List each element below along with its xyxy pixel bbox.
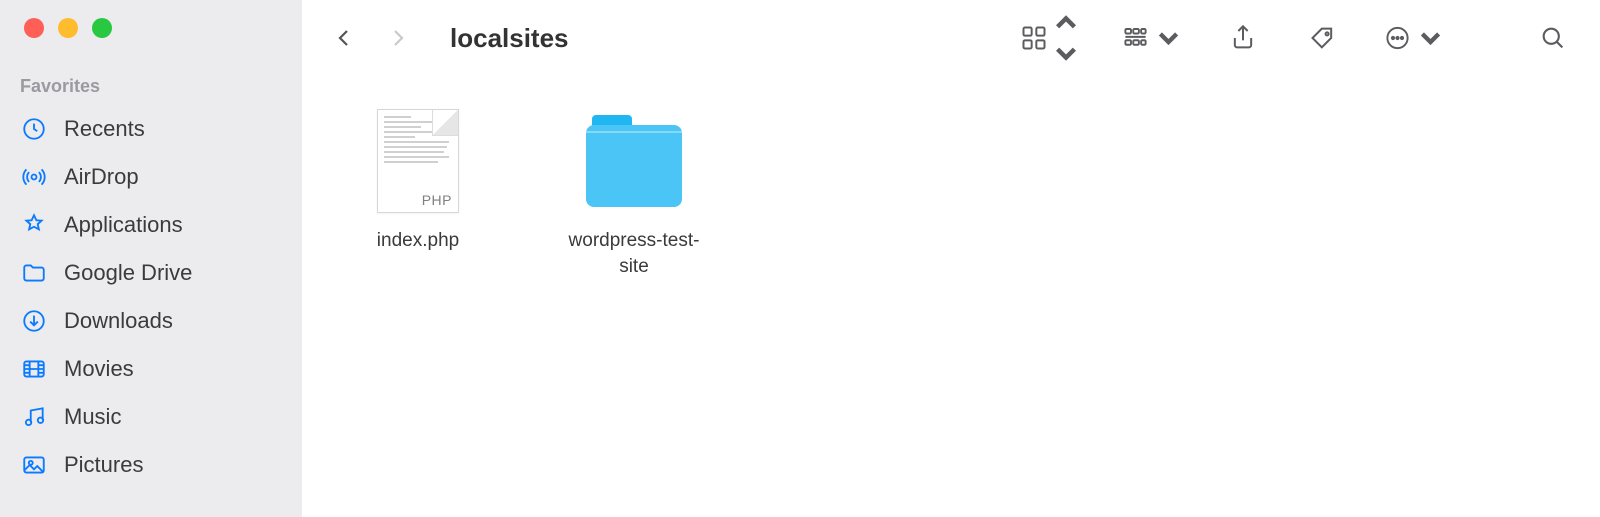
share-button[interactable] (1224, 19, 1262, 57)
sidebar-item-label: Pictures (64, 452, 143, 478)
sidebar-item-google-drive[interactable]: Google Drive (0, 249, 302, 297)
search-button[interactable] (1534, 19, 1572, 57)
folder-icon (20, 259, 48, 287)
sidebar-item-label: Google Drive (64, 260, 192, 286)
chevron-down-icon (1417, 24, 1444, 52)
sidebar-item-movies[interactable]: Movies (0, 345, 302, 393)
sidebar-item-downloads[interactable]: Downloads (0, 297, 302, 345)
pictures-icon (20, 451, 48, 479)
actions-button[interactable] (1384, 19, 1444, 57)
sidebar-item-pictures[interactable]: Pictures (0, 441, 302, 489)
download-icon (20, 307, 48, 335)
sidebar-item-label: Music (64, 404, 121, 430)
updown-icon (1052, 10, 1080, 66)
group-icon (1122, 24, 1149, 52)
close-window-button[interactable] (24, 18, 44, 38)
finder-window: Favorites Recents AirDrop Applications (0, 0, 1600, 517)
sidebar-item-airdrop[interactable]: AirDrop (0, 153, 302, 201)
sidebar-item-label: Recents (64, 116, 145, 142)
folder-item-wordpress-test-site[interactable]: wordpress-test-site (554, 106, 714, 279)
favorites-list: Recents AirDrop Applications Google Driv… (0, 105, 302, 489)
ellipsis-circle-icon (1384, 24, 1411, 52)
zoom-window-button[interactable] (92, 18, 112, 38)
file-grid: PHP index.php wordpress-test-site (302, 76, 1600, 309)
file-type-badge: PHP (422, 192, 452, 208)
group-by-button[interactable] (1122, 19, 1182, 57)
php-file-icon: PHP (370, 106, 466, 216)
back-button[interactable] (326, 20, 362, 56)
folder-title: localsites (450, 23, 569, 54)
file-item-index-php[interactable]: PHP index.php (338, 106, 498, 254)
music-icon (20, 403, 48, 431)
file-label: wordpress-test-site (554, 228, 714, 279)
tag-icon (1309, 24, 1337, 52)
chevron-down-icon (1155, 24, 1182, 52)
window-controls (0, 18, 302, 38)
sidebar: Favorites Recents AirDrop Applications (0, 0, 302, 517)
sidebar-item-applications[interactable]: Applications (0, 201, 302, 249)
clock-icon (20, 115, 48, 143)
sidebar-section-favorites: Favorites (0, 76, 302, 97)
file-label: index.php (377, 228, 459, 254)
sidebar-item-label: Downloads (64, 308, 173, 334)
content-area: localsites (302, 0, 1600, 517)
sidebar-item-label: Movies (64, 356, 134, 382)
tags-button[interactable] (1304, 19, 1342, 57)
grid-icon (1020, 24, 1048, 52)
sidebar-item-label: Applications (64, 212, 183, 238)
sidebar-item-recents[interactable]: Recents (0, 105, 302, 153)
sidebar-item-music[interactable]: Music (0, 393, 302, 441)
airdrop-icon (20, 163, 48, 191)
movies-icon (20, 355, 48, 383)
sidebar-item-label: AirDrop (64, 164, 139, 190)
view-mode-button[interactable] (1020, 19, 1080, 57)
folder-icon (586, 106, 682, 216)
applications-icon (20, 211, 48, 239)
minimize-window-button[interactable] (58, 18, 78, 38)
share-icon (1229, 24, 1257, 52)
toolbar: localsites (302, 0, 1600, 76)
forward-button[interactable] (380, 20, 416, 56)
search-icon (1539, 24, 1567, 52)
